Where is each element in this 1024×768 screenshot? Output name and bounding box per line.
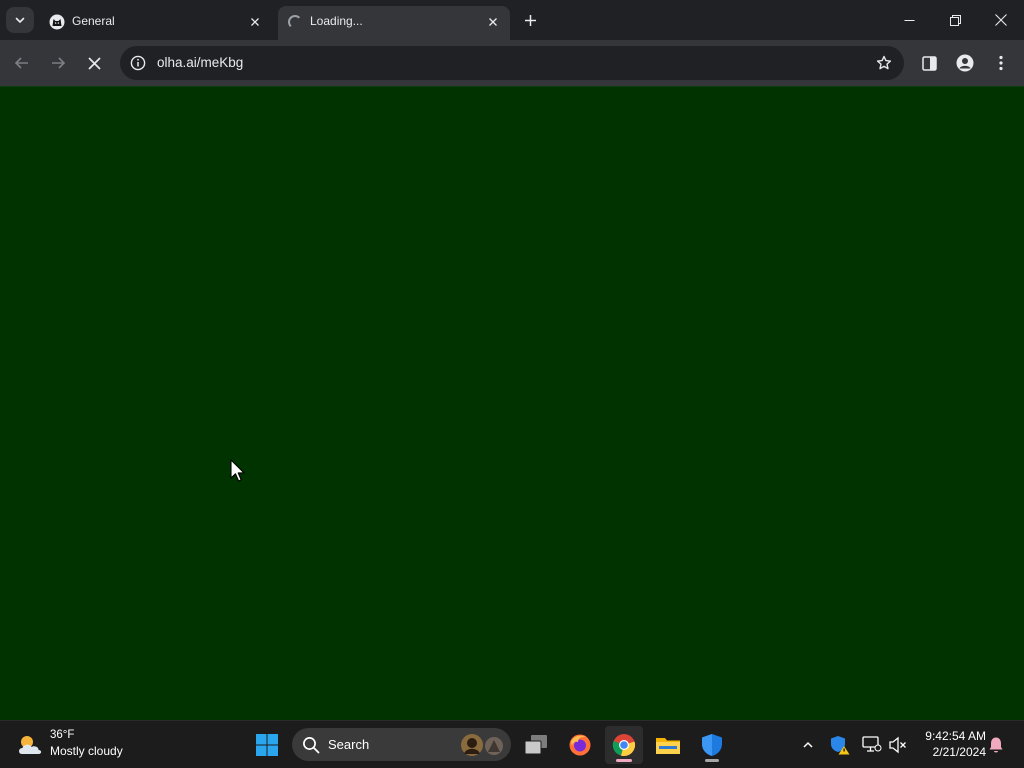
show-hidden-icons-button[interactable] [796, 733, 820, 757]
taskbar-chrome[interactable] [605, 726, 643, 764]
new-tab-button[interactable] [518, 9, 542, 31]
profile-button[interactable] [949, 47, 981, 79]
stop-loading-button[interactable] [78, 47, 110, 79]
close-icon [251, 18, 259, 26]
network-icon [862, 736, 882, 752]
taskbar-file-explorer[interactable] [649, 726, 687, 764]
notifications-button[interactable] [984, 733, 1008, 757]
close-icon [87, 56, 101, 70]
tab-close-button[interactable] [246, 13, 264, 31]
windows-security-icon [702, 734, 722, 756]
security-tray-icon[interactable] [828, 733, 852, 757]
weather-condition-text: Mostly cloudy [50, 744, 123, 758]
shield-warning-icon [831, 736, 850, 755]
address-bar[interactable]: olha.ai/meKbg [120, 46, 904, 80]
arrow-left-icon [14, 57, 28, 69]
file-explorer-icon [656, 738, 680, 754]
side-panel-button[interactable] [913, 47, 945, 79]
restore-icon [949, 14, 961, 26]
taskbar-search[interactable]: Search [292, 728, 511, 761]
search-placeholder: Search [328, 737, 370, 752]
weather-widget[interactable]: 36°F Mostly cloudy [16, 727, 146, 763]
firefox-icon [569, 734, 591, 756]
back-button[interactable] [6, 47, 38, 79]
close-icon [995, 14, 1007, 26]
forward-button[interactable] [42, 47, 74, 79]
task-view-icon [524, 735, 547, 755]
profile-icon [956, 54, 974, 72]
partly-cloudy-icon [19, 736, 42, 754]
url-text[interactable]: olha.ai/meKbg [157, 55, 243, 70]
restore-button[interactable] [932, 0, 978, 40]
loading-spinner-icon [288, 15, 302, 29]
chrome-icon [612, 734, 636, 757]
tab-search-button[interactable] [6, 7, 34, 33]
bell-icon [989, 737, 1003, 753]
volume-tray-icon[interactable] [886, 733, 910, 757]
windows-start-icon [256, 734, 278, 756]
side-panel-icon [921, 55, 937, 71]
bookmark-star-icon[interactable] [874, 53, 894, 73]
page-content[interactable] [0, 86, 1024, 720]
minimize-button[interactable] [886, 0, 932, 40]
tab-title: General [72, 14, 115, 28]
network-tray-icon[interactable] [860, 733, 884, 757]
menu-button[interactable] [985, 47, 1017, 79]
active-app-indicator [616, 759, 632, 762]
taskbar-firefox[interactable] [561, 726, 599, 764]
close-window-button[interactable] [978, 0, 1024, 40]
chevron-down-icon [15, 17, 25, 23]
clock-date: 2/21/2024 [932, 745, 986, 759]
tab-strip: General Loading... [0, 0, 1024, 40]
chevron-up-icon [803, 741, 813, 748]
site-info-icon[interactable] [128, 53, 148, 73]
tab-general[interactable]: General [40, 6, 272, 40]
search-icon [303, 737, 320, 754]
task-view-button[interactable] [517, 726, 555, 764]
tab-title: Loading... [310, 14, 363, 28]
system-clock[interactable]: 9:42:54 AM 2/21/2024 [914, 728, 986, 760]
mouse-cursor-icon [230, 459, 245, 482]
clock-time: 9:42:54 AM [925, 729, 986, 743]
taskbar-windows-security[interactable] [693, 726, 731, 764]
search-highlight-image [461, 734, 503, 756]
arrow-right-icon [52, 57, 66, 69]
more-vertical-icon [999, 55, 1003, 71]
running-app-indicator [705, 759, 719, 762]
close-icon [489, 18, 497, 26]
volume-muted-icon [889, 736, 906, 754]
minimize-icon [904, 19, 914, 21]
cat-icon [49, 14, 65, 30]
browser-toolbar: olha.ai/meKbg [0, 40, 1024, 86]
start-button[interactable] [248, 726, 286, 764]
temperature-text: 36°F [50, 729, 75, 741]
windows-taskbar: 36°F Mostly cloudy Search 9:42:54 AM 2/2… [0, 720, 1024, 768]
tab-loading[interactable]: Loading... [278, 6, 510, 40]
tab-close-button[interactable] [484, 13, 502, 31]
plus-icon [524, 14, 536, 26]
